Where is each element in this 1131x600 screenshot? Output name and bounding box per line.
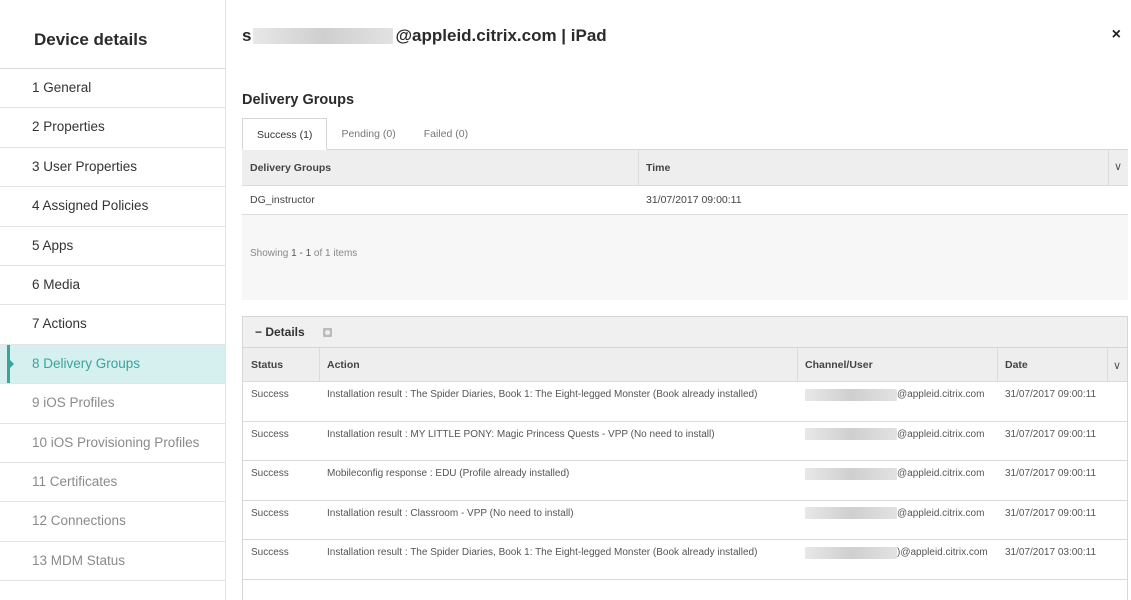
column-divider [1107, 348, 1108, 382]
sidebar-nav: 1 General 2 Properties 3 User Properties… [0, 69, 225, 582]
table-header: Delivery Groups Time ∨ [242, 150, 1128, 186]
redacted-username [805, 388, 897, 401]
table-row[interactable]: Success Installation result : Classroom … [243, 500, 1127, 540]
cell-channel-user: @appleid.citrix.com [797, 507, 997, 520]
showing-suffix: of 1 items [311, 248, 358, 259]
cell-date: 31/07/2017 09:00:11 [1005, 468, 1097, 479]
cell-channel-user: @appleid.citrix.com [797, 467, 997, 480]
redacted-username [805, 546, 897, 559]
cell-status: Success [251, 507, 289, 519]
sidebar-item-mdm-status[interactable]: 13 MDM Status [0, 542, 225, 582]
column-header-channel-user[interactable]: Channel/User [797, 348, 997, 382]
cell-time: 31/07/2017 09:00:11 [646, 194, 742, 206]
showing-range: 1 - 1 [291, 248, 312, 259]
user-domain: )@appleid.citrix.com [897, 547, 988, 558]
sidebar-item-connections[interactable]: 12 Connections [0, 502, 225, 542]
column-header-action[interactable]: Action [319, 348, 797, 382]
table-row[interactable]: Success Mobileconfig response : EDU (Pro… [243, 461, 1127, 501]
chevron-down-icon[interactable]: ∨ [1114, 160, 1122, 173]
redacted-username [805, 467, 897, 480]
tab-pending[interactable]: Pending (0) [327, 118, 409, 150]
column-divider [1108, 150, 1109, 186]
sidebar-item-media[interactable]: 6 Media [0, 266, 225, 306]
cell-delivery-group: DG_instructor [250, 194, 315, 206]
redacted-username [253, 28, 394, 44]
user-domain: @appleid.citrix.com [897, 389, 985, 400]
gear-icon[interactable] [322, 327, 332, 337]
details-table-header: Status Action Channel/User Date ∨ [243, 348, 1127, 382]
page-header: s @appleid.citrix.com | iPad [242, 24, 607, 48]
user-domain: @appleid.citrix.com [897, 468, 985, 479]
delivery-groups-table: Delivery Groups Time ∨ DG_instructor 31/… [242, 149, 1128, 300]
showing-prefix: Showing [250, 248, 292, 259]
column-header-time[interactable]: Time [638, 150, 1108, 186]
status-tabs: Success (1) Pending (0) Failed (0) [242, 118, 482, 150]
cell-status: Success [251, 547, 289, 558]
sidebar-item-properties[interactable]: 2 Properties [0, 108, 225, 148]
column-header-delivery-groups[interactable]: Delivery Groups [242, 150, 638, 186]
sidebar-item-certificates[interactable]: 11 Certificates [0, 463, 225, 503]
page-title: @appleid.citrix.com | iPad [395, 26, 607, 45]
cell-channel-user: )@appleid.citrix.com [797, 546, 997, 559]
cell-status: Success [251, 468, 289, 479]
redacted-username [805, 428, 897, 440]
section-title: Delivery Groups [242, 92, 355, 108]
cell-date: 31/07/2017 09:00:11 [1005, 389, 1097, 400]
pagination-info: Showing 1 - 1 of 1 items [250, 248, 357, 259]
cell-status: Success [251, 389, 289, 400]
sidebar-item-general[interactable]: 1 General [0, 69, 225, 109]
header-prefix: s [242, 26, 252, 45]
sidebar-item-delivery-groups[interactable]: 8 Delivery Groups [0, 344, 225, 385]
cell-status: Success [251, 428, 289, 440]
user-domain: @appleid.citrix.com [897, 428, 985, 440]
redacted-username [805, 507, 897, 519]
sidebar: Device details 1 General 2 Properties 3 … [0, 0, 226, 600]
sidebar-item-apps[interactable]: 5 Apps [0, 227, 225, 266]
cell-date: 31/07/2017 03:00:11 [1005, 547, 1097, 558]
close-icon[interactable]: × [1112, 26, 1121, 44]
details-toggle[interactable]: − Details [255, 325, 305, 339]
sidebar-title: Device details [0, 0, 225, 69]
table-footer [242, 215, 1128, 300]
table-row[interactable]: DG_instructor 31/07/2017 09:00:11 [242, 186, 1128, 215]
cell-date: 31/07/2017 09:00:11 [1005, 428, 1097, 440]
chevron-down-icon[interactable]: ∨ [1113, 359, 1121, 372]
tab-failed[interactable]: Failed (0) [410, 118, 482, 150]
details-toolbar: − Details [243, 317, 1127, 348]
column-header-status[interactable]: Status [243, 348, 319, 382]
user-domain: @appleid.citrix.com [897, 507, 985, 519]
column-header-date[interactable]: Date [997, 348, 1107, 382]
cell-action: Installation result : The Spider Diaries… [327, 547, 758, 558]
sidebar-item-user-properties[interactable]: 3 User Properties [0, 148, 225, 188]
cell-action: Mobileconfig response : EDU (Profile alr… [327, 468, 570, 479]
cell-date: 31/07/2017 09:00:11 [1005, 507, 1097, 519]
table-row[interactable]: Success Installation result : MY LITTLE … [243, 421, 1127, 461]
cell-action: Installation result : MY LITTLE PONY: Ma… [327, 428, 715, 440]
table-row[interactable]: Success Installation result : The Spider… [243, 540, 1127, 580]
sidebar-item-ios-provisioning-profiles[interactable]: 10 iOS Provisioning Profiles [0, 424, 225, 463]
sidebar-item-actions[interactable]: 7 Actions [0, 305, 225, 345]
tab-success[interactable]: Success (1) [242, 118, 328, 150]
sidebar-item-ios-profiles[interactable]: 9 iOS Profiles [0, 384, 225, 424]
cell-channel-user: @appleid.citrix.com [797, 428, 997, 441]
table-row[interactable]: Success Installation result : The Spider… [243, 382, 1127, 422]
cell-channel-user: @appleid.citrix.com [797, 388, 997, 401]
details-panel: − Details Status Action Channel/User Dat… [242, 316, 1128, 600]
cell-action: Installation result : Classroom - VPP (N… [327, 507, 574, 519]
cell-action: Installation result : The Spider Diaries… [327, 389, 758, 400]
sidebar-item-assigned-policies[interactable]: 4 Assigned Policies [0, 187, 225, 227]
